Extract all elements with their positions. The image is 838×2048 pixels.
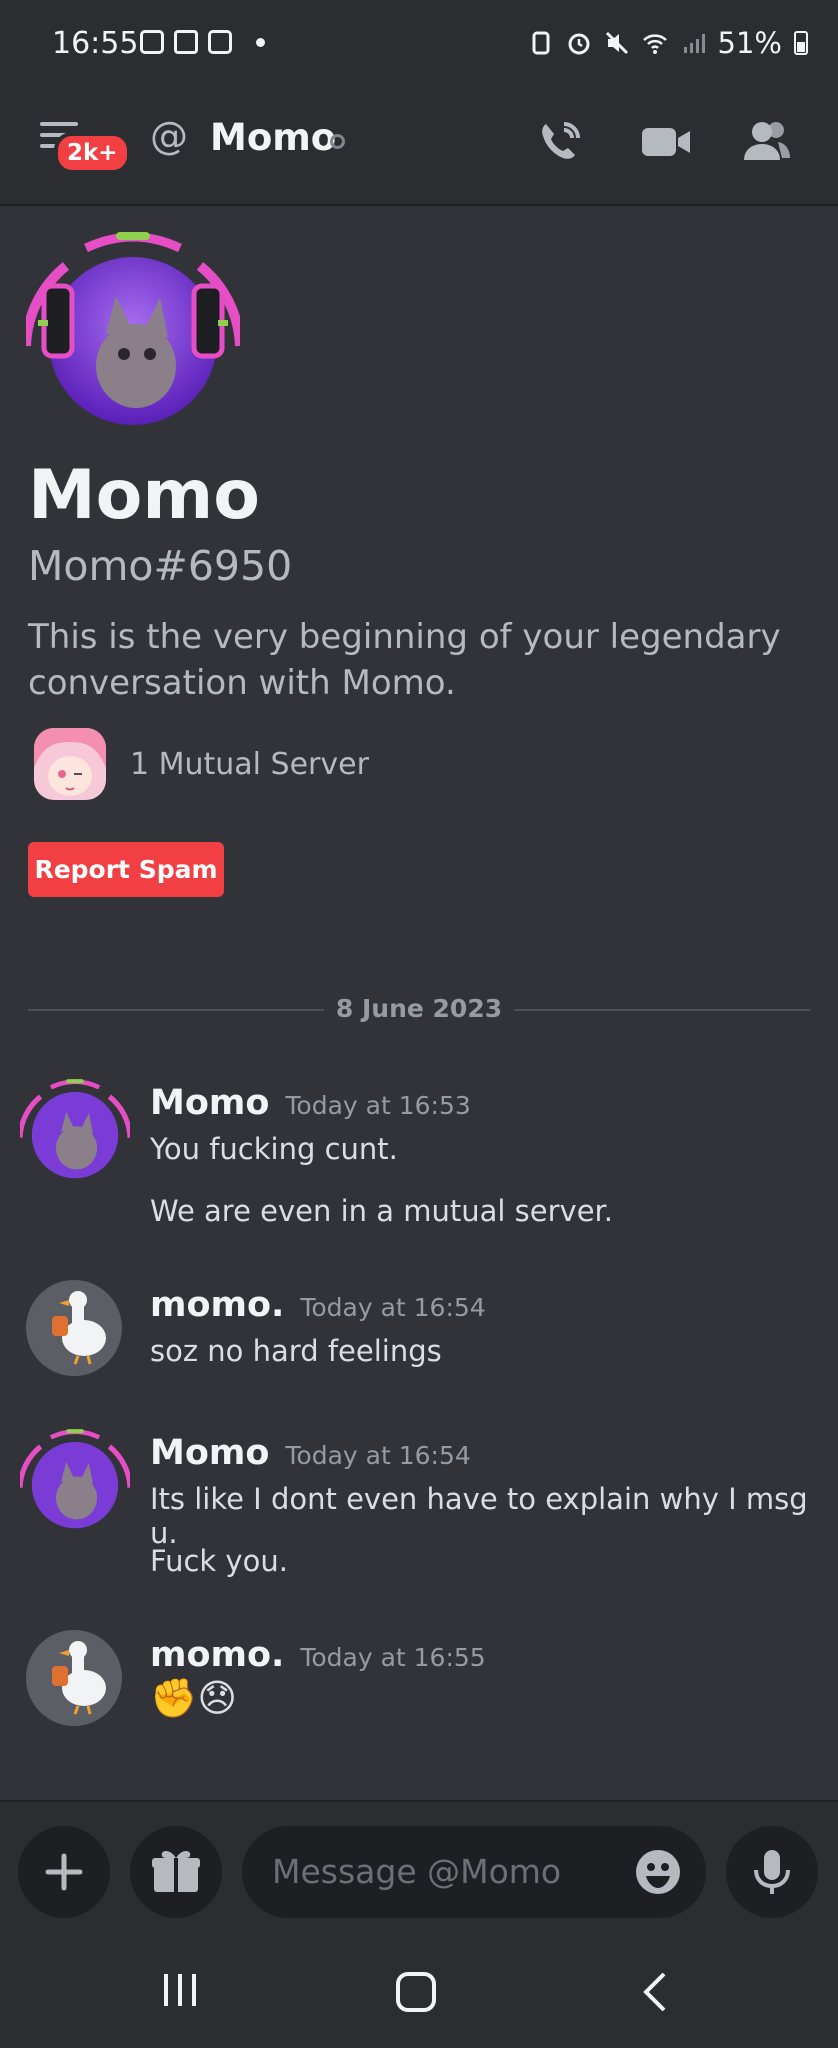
plus-icon bbox=[45, 1853, 83, 1891]
status-bar: 16:55 51% bbox=[0, 0, 838, 92]
conversation-start-text: This is the very beginning of your legen… bbox=[28, 617, 781, 703]
more-notifications-icon bbox=[256, 37, 265, 47]
microphone-icon bbox=[754, 1850, 790, 1894]
message-text: soz no hard feelings bbox=[150, 1334, 442, 1368]
message-text: We are even in a mutual server. bbox=[150, 1194, 614, 1228]
channel-title[interactable]: Momo bbox=[210, 116, 336, 159]
gallery-icon bbox=[140, 30, 164, 54]
message-author[interactable]: momo. Today at 16:54 bbox=[150, 1285, 486, 1325]
battery-saver-icon bbox=[532, 31, 550, 55]
message-author[interactable]: momo. Today at 16:55 bbox=[150, 1635, 486, 1675]
battery-percent: 51% bbox=[717, 26, 782, 60]
offline-status-icon bbox=[330, 134, 345, 149]
author-avatar[interactable] bbox=[26, 1630, 122, 1726]
message-timestamp: Today at 16:53 bbox=[285, 1091, 471, 1120]
video-icon[interactable] bbox=[640, 116, 692, 168]
wifi-icon bbox=[642, 34, 667, 54]
message-timestamp: Today at 16:55 bbox=[300, 1643, 486, 1672]
members-icon[interactable] bbox=[740, 116, 792, 168]
home-icon[interactable] bbox=[394, 1970, 438, 2014]
emoji-picker-icon[interactable] bbox=[634, 1848, 682, 1896]
profile-avatar[interactable] bbox=[26, 226, 240, 440]
mutual-servers-label[interactable]: 1 Mutual Server bbox=[130, 747, 369, 782]
author-avatar[interactable] bbox=[20, 1076, 130, 1186]
message-text: You fucking cunt. bbox=[150, 1132, 398, 1166]
profile-tag: Momo#6950 bbox=[28, 542, 293, 590]
profile-name: Momo bbox=[28, 456, 260, 535]
author-name[interactable]: momo. bbox=[150, 1285, 284, 1325]
status-time: 16:55 bbox=[52, 26, 139, 61]
message-composer: Message @Momo bbox=[0, 1800, 838, 1934]
message-text: Fuck you. bbox=[150, 1544, 288, 1578]
message-input[interactable]: Message @Momo bbox=[242, 1826, 706, 1918]
message-author[interactable]: Momo Today at 16:53 bbox=[150, 1083, 471, 1123]
system-icons: 51% bbox=[528, 26, 808, 60]
report-spam-button[interactable]: Report Spam bbox=[28, 842, 224, 897]
message-timestamp: Today at 16:54 bbox=[300, 1293, 486, 1322]
at-icon: @ bbox=[150, 114, 188, 158]
gift-icon bbox=[152, 1851, 200, 1892]
author-avatar[interactable] bbox=[26, 1280, 122, 1376]
call-icon[interactable] bbox=[534, 116, 586, 168]
message-author[interactable]: Momo Today at 16:54 bbox=[150, 1433, 471, 1473]
recent-apps-icon[interactable] bbox=[160, 1970, 200, 2010]
system-navigation-bar bbox=[0, 1932, 838, 2048]
message-input-placeholder: Message @Momo bbox=[272, 1852, 562, 1891]
clock-app-icon bbox=[208, 30, 232, 54]
add-attachment-button[interactable] bbox=[18, 1826, 110, 1918]
message-timestamp: Today at 16:54 bbox=[285, 1441, 471, 1470]
battery-icon bbox=[794, 31, 808, 55]
teams-icon bbox=[174, 30, 198, 54]
notification-badge: 2k+ bbox=[54, 132, 131, 174]
alarm-icon bbox=[568, 33, 590, 55]
mute-icon bbox=[605, 31, 628, 55]
author-name[interactable]: Momo bbox=[150, 1433, 269, 1473]
signal-icon bbox=[683, 34, 705, 53]
channel-header: 2k+ @ Momo bbox=[0, 92, 838, 206]
message-text: Its like I dont even have to explain why… bbox=[150, 1482, 808, 1550]
back-icon[interactable] bbox=[636, 1970, 676, 2014]
mutual-server-icon[interactable] bbox=[34, 728, 106, 800]
gift-button[interactable] bbox=[130, 1826, 222, 1918]
voice-message-button[interactable] bbox=[726, 1826, 818, 1918]
message-emoji: ✊😞 bbox=[150, 1676, 237, 1720]
notification-icons bbox=[140, 30, 265, 54]
date-divider: 8 June 2023 bbox=[335, 994, 503, 1023]
author-avatar[interactable] bbox=[20, 1426, 130, 1536]
author-name[interactable]: Momo bbox=[150, 1083, 269, 1123]
author-name[interactable]: momo. bbox=[150, 1635, 284, 1675]
